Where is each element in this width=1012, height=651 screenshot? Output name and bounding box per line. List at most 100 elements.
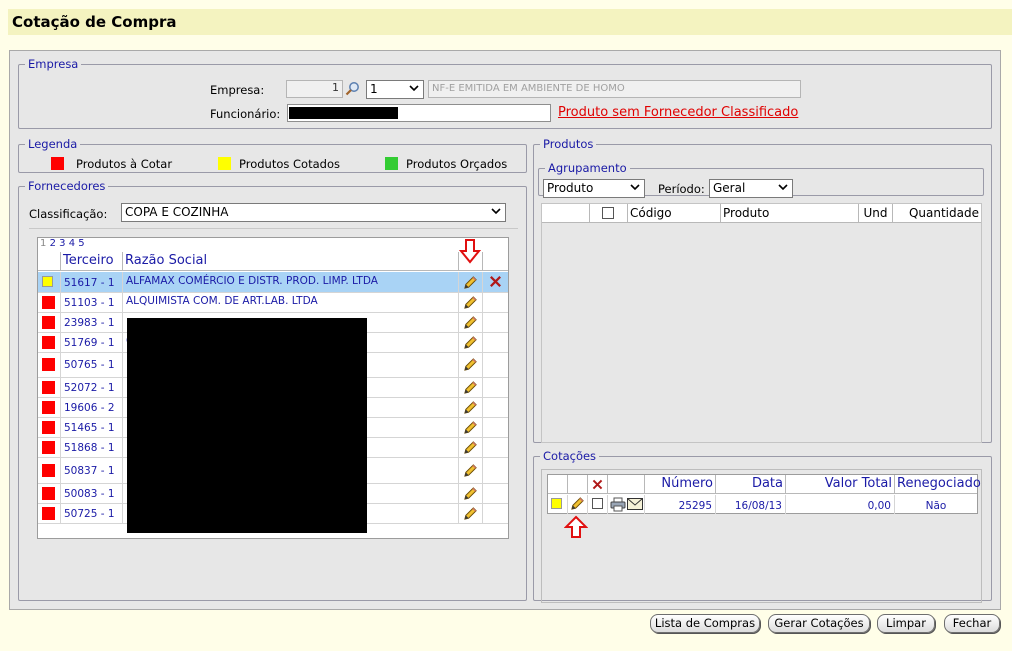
select-all-checkbox[interactable] — [602, 207, 614, 219]
status-cell — [38, 437, 61, 457]
envelope-icon[interactable] — [627, 498, 643, 510]
terceiro-value: 51769 - 1 — [64, 336, 115, 349]
terceiro-cell[interactable]: 23983 - 1 — [61, 312, 123, 332]
razao-cell[interactable]: ALQUIMISTA COM. DE ART.LAB. LTDA — [123, 292, 459, 312]
lista-de-compras-button[interactable]: Lista de Compras — [650, 614, 760, 633]
col-valor-total[interactable]: Valor Total — [786, 475, 895, 494]
fornecedores-fieldset: Fornecedores Classificação: COPA E COZIN… — [18, 179, 527, 601]
delete-cell — [483, 312, 508, 332]
page-5[interactable]: 5 — [78, 238, 84, 249]
legend-label-cotados: Produtos Cotados — [239, 157, 340, 171]
terceiro-cell[interactable]: 50725 - 1 — [61, 503, 123, 523]
cotacao-row[interactable]: 25295 16/08/13 0,00 Não — [548, 495, 977, 514]
limpar-button[interactable]: Limpar — [877, 614, 935, 633]
edit-cell — [459, 377, 483, 397]
col-blank — [542, 204, 590, 223]
pencil-icon[interactable] — [463, 275, 478, 290]
col-codigo[interactable]: Código — [628, 204, 721, 223]
pencil-icon[interactable] — [463, 315, 478, 330]
status-swatch — [42, 295, 55, 309]
edit-cell — [459, 332, 483, 352]
printer-icon[interactable] — [610, 497, 626, 512]
delete-x-icon[interactable] — [591, 478, 604, 491]
razao-cell[interactable]: ALFAMAX COMÉRCIO E DISTR. PROD. LIMP. LT… — [123, 272, 459, 292]
edit-cell — [459, 457, 483, 483]
terceiro-cell[interactable]: 51465 - 1 — [61, 417, 123, 437]
pencil-icon[interactable] — [463, 295, 478, 310]
pencil-icon[interactable] — [463, 380, 478, 395]
col-select-all — [590, 204, 628, 223]
periodo-select[interactable]: Geral — [709, 179, 793, 198]
terceiro-cell[interactable]: 52072 - 1 — [61, 377, 123, 397]
pencil-icon[interactable] — [463, 440, 478, 455]
col-data[interactable]: Data — [716, 475, 786, 494]
terceiro-cell[interactable]: 19606 - 2 — [61, 397, 123, 417]
empresa-name-field: NF-E EMITIDA EM AMBIENTE DE HOMO — [428, 80, 801, 98]
col-und[interactable]: Und — [859, 204, 893, 223]
pencil-icon[interactable] — [463, 357, 478, 372]
classificacao-select[interactable]: COPA E COZINHA — [121, 203, 506, 222]
empresa-code-field[interactable]: 1 — [286, 80, 343, 98]
edit-cell — [459, 437, 483, 457]
chevron-down-icon — [778, 182, 788, 192]
search-icon[interactable] — [345, 81, 360, 96]
pencil-icon[interactable] — [570, 496, 585, 511]
pencil-icon[interactable] — [463, 420, 478, 435]
valor-value: 0,00 — [867, 500, 891, 512]
col-numero[interactable]: Número — [645, 475, 716, 494]
redacted-block — [127, 318, 367, 533]
delete-cell — [483, 457, 508, 483]
produto-sem-fornecedor-link[interactable]: Produto sem Fornecedor Classificado — [558, 105, 798, 120]
terceiro-cell[interactable]: 51103 - 1 — [61, 292, 123, 312]
page-1[interactable]: 1 — [40, 238, 46, 249]
page-2[interactable]: 2 — [50, 238, 56, 249]
legend-swatch-cotados — [218, 157, 231, 170]
col-delete — [588, 475, 608, 494]
row-checkbox[interactable] — [592, 498, 603, 509]
terceiro-value: 51617 - 1 — [64, 276, 115, 289]
classificacao-label: Classificação: — [29, 207, 108, 221]
col-terceiro[interactable]: Terceiro — [61, 252, 123, 271]
terceiro-cell[interactable]: 51769 - 1 — [61, 332, 123, 352]
delete-x-icon[interactable] — [488, 274, 503, 289]
pencil-icon[interactable] — [463, 335, 478, 350]
terceiro-cell[interactable]: 50083 - 1 — [61, 483, 123, 503]
status-swatch — [42, 506, 55, 520]
pencil-icon[interactable] — [463, 400, 478, 415]
col-quantidade[interactable]: Quantidade — [893, 204, 981, 223]
agrupamento-value: Produto — [547, 181, 594, 195]
empresa-select[interactable]: 1 — [366, 80, 424, 99]
page-4[interactable]: 4 — [69, 238, 75, 249]
cotacoes-fieldset: Cotações Número Data Valor Total Renegoc… — [533, 449, 992, 603]
cotacoes-grid: Número Data Valor Total Renegociado 2529… — [547, 474, 981, 514]
status-swatch — [42, 335, 55, 349]
terceiro-cell[interactable]: 50837 - 1 — [61, 457, 123, 483]
empresa-fieldset: Empresa Empresa: 1 1 NF-E EMITIDA EM AMB… — [18, 57, 992, 129]
agrupamento-select[interactable]: Produto — [543, 179, 645, 198]
status-swatch — [551, 498, 562, 509]
fechar-button[interactable]: Fechar — [944, 614, 1000, 633]
delete-cell — [483, 397, 508, 417]
edit-cell — [459, 417, 483, 437]
table-row[interactable]: 51617 - 1 ALFAMAX COMÉRCIO E DISTR. PROD.… — [38, 272, 508, 293]
status-swatch — [42, 420, 55, 434]
razao-value: ALQUIMISTA COM. DE ART.LAB. LTDA — [126, 295, 318, 307]
col-produto[interactable]: Produto — [721, 204, 859, 223]
data-value: 16/08/13 — [734, 500, 782, 512]
terceiro-cell[interactable]: 51617 - 1 — [61, 272, 123, 292]
status-cell — [38, 312, 61, 332]
col-razao-social[interactable]: Razão Social — [123, 252, 459, 271]
terceiro-value: 50765 - 1 — [64, 359, 115, 371]
pencil-icon[interactable] — [463, 506, 478, 521]
terceiro-value: 50725 - 1 — [64, 507, 115, 520]
table-row[interactable]: 51103 - 1 ALQUIMISTA COM. DE ART.LAB. LTD… — [38, 292, 508, 313]
pencil-icon[interactable] — [463, 486, 478, 501]
pencil-icon[interactable] — [463, 463, 478, 478]
page-3[interactable]: 3 — [59, 238, 65, 249]
funcionario-field[interactable] — [287, 104, 551, 122]
terceiro-cell[interactable]: 51868 - 1 — [61, 437, 123, 457]
produtos-legend: Produtos — [543, 137, 594, 151]
gerar-cotacoes-button[interactable]: Gerar Cotações — [768, 614, 870, 633]
col-renegociado[interactable]: Renegociado — [895, 475, 981, 494]
terceiro-cell[interactable]: 50765 - 1 — [61, 352, 123, 377]
